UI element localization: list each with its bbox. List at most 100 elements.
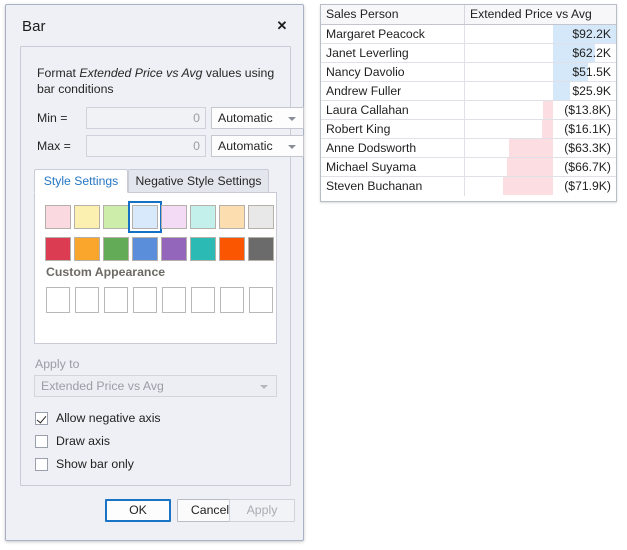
custom-appearance-swatch-1[interactable]: [75, 287, 99, 313]
cell-sales-person: Andrew Fuller: [321, 82, 465, 100]
screen: Bar ✕ Format Extended Price vs Avg value…: [0, 0, 627, 550]
bar-negative: [509, 139, 552, 157]
cell-extended-price-vs-avg: ($71.9K): [465, 177, 616, 195]
tab-negative-style-settings[interactable]: Negative Style Settings: [128, 169, 269, 193]
palette-swatch-light-2[interactable]: [103, 205, 129, 229]
ok-button[interactable]: OK: [105, 499, 171, 522]
checkbox-draw-axis-label: Draw axis: [56, 434, 110, 448]
description-field-name: Extended Price vs Avg: [79, 66, 202, 80]
checkbox-box[interactable]: [35, 412, 48, 425]
palette-swatch-dark-6[interactable]: [219, 237, 245, 261]
cell-value-label: ($13.8K): [564, 101, 611, 119]
bar-negative: [503, 177, 552, 195]
bar-negative: [543, 101, 553, 119]
sales-data-grid: Sales Person Extended Price vs Avg Marga…: [320, 4, 617, 202]
column-header-extended-price-vs-avg[interactable]: Extended Price vs Avg: [465, 5, 616, 24]
tab-style-settings-label: Style Settings: [44, 174, 119, 188]
table-row[interactable]: Robert King ($16.1K): [321, 120, 616, 139]
settings-group: Format Extended Price vs Avg values usin…: [20, 46, 291, 486]
tab-style-settings[interactable]: Style Settings: [34, 169, 128, 193]
cell-extended-price-vs-avg: ($66.7K): [465, 158, 616, 176]
cell-extended-price-vs-avg: ($63.3K): [465, 139, 616, 157]
custom-appearance-swatch-6[interactable]: [220, 287, 244, 313]
table-row[interactable]: Nancy Davolio$51.5K: [321, 63, 616, 82]
apply-to-dropdown[interactable]: Extended Price vs Avg: [34, 375, 277, 397]
table-row[interactable]: Laura Callahan ($13.8K): [321, 101, 616, 120]
palette-swatch-dark-0[interactable]: [45, 237, 71, 261]
table-row[interactable]: Andrew Fuller $25.9K: [321, 82, 616, 101]
min-mode-dropdown[interactable]: Automatic: [211, 107, 304, 129]
palette-swatch-dark-1[interactable]: [74, 237, 100, 261]
apply-to-value: Extended Price vs Avg: [41, 379, 164, 393]
column-header-sales-person[interactable]: Sales Person: [321, 5, 465, 24]
checkbox-box[interactable]: [35, 435, 48, 448]
min-input[interactable]: 0: [86, 107, 206, 129]
custom-appearance-label: Custom Appearance: [46, 265, 165, 279]
chevron-down-icon: [288, 117, 296, 121]
cell-extended-price-vs-avg: $51.5K: [465, 63, 616, 81]
bar-negative: [507, 158, 553, 176]
bar-format-dialog: Bar ✕ Format Extended Price vs Avg value…: [5, 4, 304, 541]
cell-extended-price-vs-avg: ($13.8K): [465, 101, 616, 119]
table-row[interactable]: Anne Dodsworth ($63.3K): [321, 139, 616, 158]
min-label: Min =: [37, 111, 67, 125]
palette-swatch-light-1[interactable]: [74, 205, 100, 229]
tab-negative-style-settings-label: Negative Style Settings: [135, 174, 261, 188]
max-label: Max =: [37, 139, 71, 153]
cell-extended-price-vs-avg: $25.9K: [465, 82, 616, 100]
cell-extended-price-vs-avg: $62.2K: [465, 44, 616, 62]
cell-extended-price-vs-avg: ($16.1K): [465, 120, 616, 138]
palette-swatch-light-5[interactable]: [190, 205, 216, 229]
checkbox-show-bar-only-label: Show bar only: [56, 457, 134, 471]
cell-sales-person: Nancy Davolio: [321, 63, 465, 81]
custom-appearance-swatch-0[interactable]: [46, 287, 70, 313]
custom-appearance-swatch-3[interactable]: [133, 287, 157, 313]
cell-value-label: ($16.1K): [564, 120, 611, 138]
palette-swatch-dark-2[interactable]: [103, 237, 129, 261]
grid-header-row: Sales Person Extended Price vs Avg: [321, 5, 616, 25]
custom-appearance-swatch-2[interactable]: [104, 287, 128, 313]
cell-sales-person: Anne Dodsworth: [321, 139, 465, 157]
palette-swatch-dark-5[interactable]: [190, 237, 216, 261]
max-input[interactable]: 0: [86, 135, 206, 157]
cell-value-label: ($66.7K): [564, 158, 611, 176]
table-row[interactable]: Michael Suyama($66.7K): [321, 158, 616, 177]
cell-sales-person: Robert King: [321, 120, 465, 138]
min-mode-value: Automatic: [218, 111, 273, 125]
cell-extended-price-vs-avg: $92.2K: [465, 25, 616, 43]
palette-swatch-dark-3[interactable]: [132, 237, 158, 261]
table-row[interactable]: Steven Buchanan ($71.9K): [321, 177, 616, 196]
custom-appearance-swatch-5[interactable]: [191, 287, 215, 313]
palette-swatch-dark-7[interactable]: [248, 237, 274, 261]
cell-sales-person: Janet Leverling: [321, 44, 465, 62]
custom-appearance-swatch-7[interactable]: [249, 287, 273, 313]
checkbox-allow-negative-axis-label: Allow negative axis: [56, 411, 161, 425]
palette-swatch-light-4[interactable]: [161, 205, 187, 229]
chevron-down-icon: [288, 145, 296, 149]
description-prefix: Format: [37, 66, 79, 80]
close-icon[interactable]: ✕: [274, 18, 290, 34]
cell-value-label: $25.9K: [572, 82, 611, 100]
max-mode-dropdown[interactable]: Automatic: [211, 135, 304, 157]
cell-sales-person: Steven Buchanan: [321, 177, 465, 196]
max-mode-value: Automatic: [218, 139, 273, 153]
cell-value-label: $92.2K: [572, 25, 611, 43]
apply-to-label: Apply to: [35, 357, 79, 371]
grid-body: Margaret Peacock$92.2KJanet Leverling $62…: [321, 25, 616, 196]
cell-value-label: $62.2K: [572, 44, 611, 62]
style-tabstrip: Style Settings Negative Style Settings: [34, 169, 277, 193]
palette-swatch-light-7[interactable]: [248, 205, 274, 229]
cell-value-label: ($63.3K): [564, 139, 611, 157]
table-row[interactable]: Janet Leverling $62.2K: [321, 44, 616, 63]
bar-positive: [553, 82, 571, 100]
cell-sales-person: Laura Callahan: [321, 101, 465, 119]
palette-swatch-light-6[interactable]: [219, 205, 245, 229]
palette-swatch-light-3[interactable]: [132, 205, 158, 229]
style-settings-panel: Custom Appearance: [34, 192, 277, 344]
custom-appearance-swatch-4[interactable]: [162, 287, 186, 313]
table-row[interactable]: Margaret Peacock$92.2K: [321, 25, 616, 44]
palette-swatch-dark-4[interactable]: [161, 237, 187, 261]
palette-swatch-light-0[interactable]: [45, 205, 71, 229]
checkbox-box[interactable]: [35, 458, 48, 471]
cell-value-label: ($71.9K): [564, 177, 611, 195]
